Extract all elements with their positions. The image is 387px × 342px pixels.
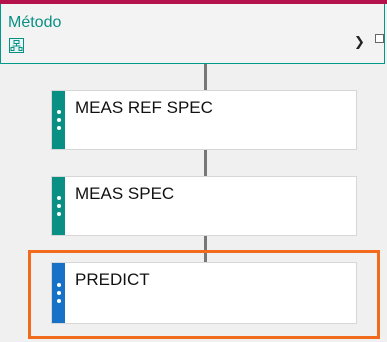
step-card-predict[interactable]: PREDICT — [51, 262, 357, 324]
method-panel: Método ❯ MEAS REF SPEC MEAS SPEC PREDICT — [0, 0, 387, 342]
step-handle[interactable] — [52, 91, 65, 149]
step-label: PREDICT — [75, 270, 150, 289]
dot — [56, 118, 61, 122]
dot — [56, 196, 61, 200]
dot — [56, 126, 61, 130]
method-title: Método — [8, 14, 62, 31]
dot — [56, 299, 61, 303]
dot — [56, 291, 61, 295]
method-structure-icon — [9, 38, 24, 53]
method-header[interactable]: Método ❯ — [0, 4, 385, 64]
step-handle[interactable] — [52, 263, 65, 323]
step-label: MEAS REF SPEC — [75, 98, 213, 117]
dot — [56, 204, 61, 208]
connector-line — [204, 150, 207, 176]
dot — [56, 212, 61, 216]
step-card-meas-spec[interactable]: MEAS SPEC — [51, 176, 357, 236]
step-handle[interactable] — [52, 177, 65, 235]
step-card-meas-ref-spec[interactable]: MEAS REF SPEC — [51, 90, 357, 150]
method-checkbox[interactable] — [375, 34, 384, 43]
chevron-right-icon[interactable]: ❯ — [354, 34, 365, 50]
connector-line — [204, 64, 207, 90]
dot — [56, 283, 61, 287]
step-label: MEAS SPEC — [75, 184, 175, 203]
dot — [56, 110, 61, 114]
